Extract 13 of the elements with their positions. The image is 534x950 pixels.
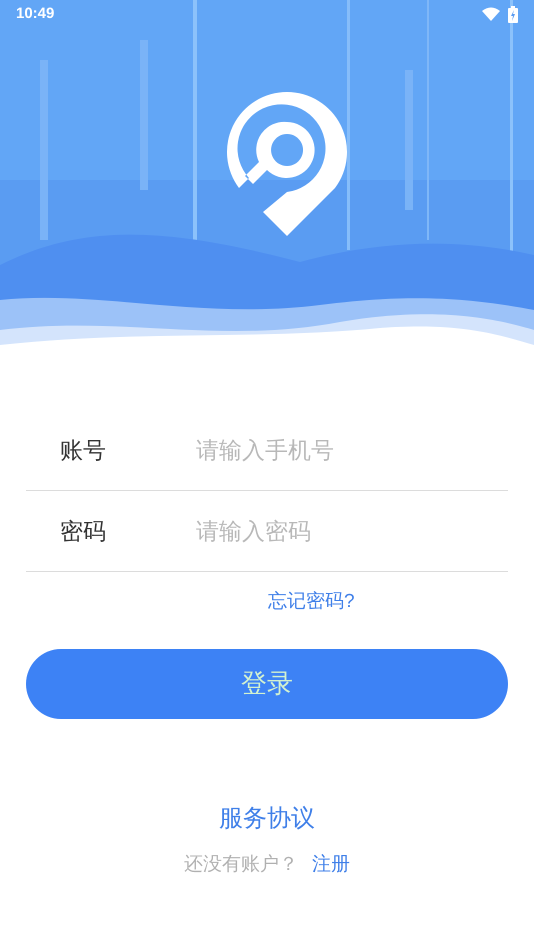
location-pin-logo-icon <box>227 92 347 236</box>
signup-link[interactable]: 注册 <box>312 850 350 879</box>
battery-icon <box>508 6 518 22</box>
forgot-password-link[interactable]: 忘记密码? <box>268 588 355 616</box>
field-label: 账号 <box>59 436 107 465</box>
wifi-icon <box>482 7 500 21</box>
status-time: 10:49 <box>16 4 54 24</box>
login-button[interactable]: 登录 <box>26 648 508 718</box>
field-label: 密码 <box>59 516 107 546</box>
signup-prompt: 还没有账户？ <box>184 852 298 876</box>
input-field[interactable]: 请输入密码 <box>196 514 508 548</box>
service-agreement-link[interactable]: 服务协议 <box>219 800 315 836</box>
input-field[interactable]: 请输入手机号 <box>196 432 508 468</box>
